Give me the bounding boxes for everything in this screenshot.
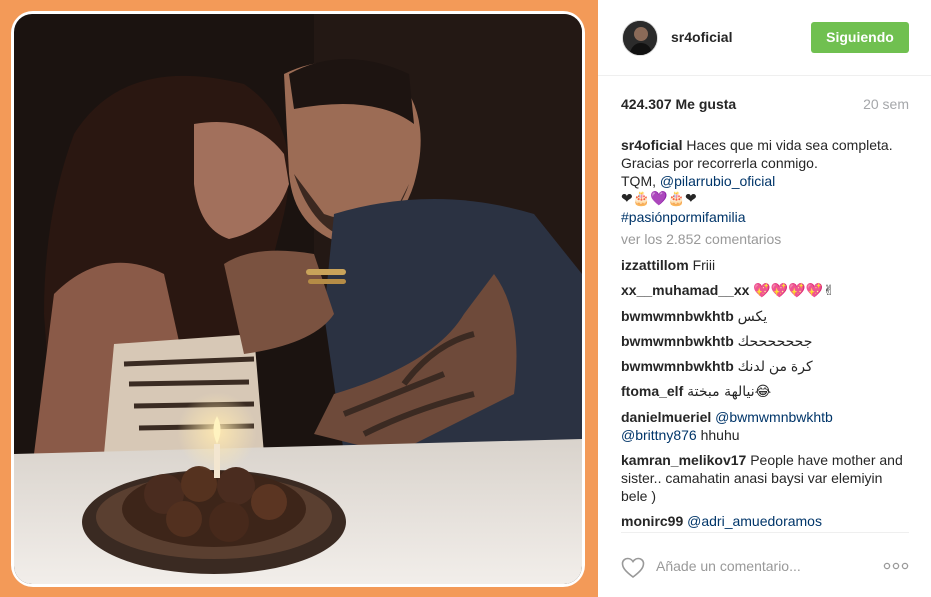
caption: sr4oficial Haces que mi vida sea complet… <box>621 136 911 226</box>
comment-text: جححححححك <box>737 333 813 349</box>
caption-hashtag[interactable]: #pasiónpormifamilia <box>621 208 911 226</box>
caption-prefix: TQM, <box>621 173 656 189</box>
post-age[interactable]: 20 sem <box>863 96 909 112</box>
caption-emojis: ❤🎂💜🎂❤ <box>621 191 697 207</box>
comment-text: كرة من لدنك <box>737 358 813 374</box>
comment-text: يكس <box>737 308 768 324</box>
comment-mention[interactable]: @brittny876 <box>621 427 697 443</box>
post-side-panel: sr4oficial Siguiendo 424.307 Me gusta 20… <box>598 0 931 597</box>
comment-username[interactable]: izzattillom <box>621 257 689 273</box>
comment-username[interactable]: bwmwmnbwkhtb <box>621 308 734 324</box>
avatar-image <box>623 21 657 55</box>
follow-button[interactable]: Siguiendo <box>811 22 909 53</box>
comment-username[interactable]: kamran_melikov17 <box>621 452 746 468</box>
avatar[interactable] <box>622 20 658 56</box>
comment-username[interactable]: bwmwmnbwkhtb <box>621 333 734 349</box>
post-photo[interactable] <box>14 14 582 584</box>
caption-line-1: sr4oficial Haces que mi vida sea complet… <box>621 136 911 154</box>
more-options-icon[interactable] <box>883 557 909 571</box>
caption-text: Haces que mi vida sea completa. <box>686 137 893 153</box>
comment: kamran_melikov17 People have mother and … <box>621 451 911 505</box>
comment-username[interactable]: bwmwmnbwkhtb <box>621 358 734 374</box>
likes-row: 424.307 Me gusta 20 sem <box>621 96 909 116</box>
caption-username[interactable]: sr4oficial <box>621 137 682 153</box>
comment: bwmwmnbwkhtb كرة من لدنك <box>621 357 911 375</box>
comment-mention[interactable]: @adri_amuedoramos <box>687 513 822 529</box>
caption-line-2: Gracias por recorrerla conmigo. <box>621 155 818 171</box>
comment: monirc99 @adri_amuedoramos <box>621 512 911 530</box>
comment: xx__muhamad__xx 💖💖💖💖✌ <box>621 281 911 300</box>
comment: izzattillom Friii <box>621 256 911 274</box>
comment: bwmwmnbwkhtb يكس <box>621 307 911 325</box>
caption-mention[interactable]: @pilarrubio_oficial <box>660 173 775 189</box>
comment-text: 💖💖💖💖✌ <box>753 283 835 299</box>
photo-illustration <box>14 14 582 584</box>
view-all-comments-link[interactable]: ver los 2.852 comentarios <box>621 230 911 248</box>
comment-text: نيالهة مبختة😂 <box>687 384 772 400</box>
photo-pane <box>0 0 598 597</box>
comment-text: Friii <box>692 257 716 273</box>
post-header: sr4oficial Siguiendo <box>598 0 931 76</box>
comments-list: sr4oficial Haces que mi vida sea complet… <box>621 136 911 537</box>
comment-footer: Añade un comentario... <box>621 532 909 592</box>
comment-text: hhuhu <box>700 427 740 443</box>
comment: danielmueriel @bwmwmnbwkhtb @brittny876 … <box>621 408 911 444</box>
comment-username[interactable]: danielmueriel <box>621 409 711 425</box>
username[interactable]: sr4oficial <box>671 29 732 45</box>
comment-username[interactable]: monirc99 <box>621 513 683 529</box>
heart-icon[interactable] <box>621 557 645 579</box>
add-comment-input[interactable]: Añade un comentario... <box>656 558 801 574</box>
comment-mention[interactable]: @bwmwmnbwkhtb <box>715 409 833 425</box>
comment: bwmwmnbwkhtb جححححححك <box>621 332 911 350</box>
likes-count[interactable]: 424.307 Me gusta <box>621 96 736 112</box>
caption-line-3: TQM, @pilarrubio_oficial <box>621 172 911 190</box>
comment-username[interactable]: xx__muhamad__xx <box>621 282 749 298</box>
comment: ftoma_elf نيالهة مبختة😂 <box>621 382 911 401</box>
comment-username[interactable]: ftoma_elf <box>621 383 683 399</box>
